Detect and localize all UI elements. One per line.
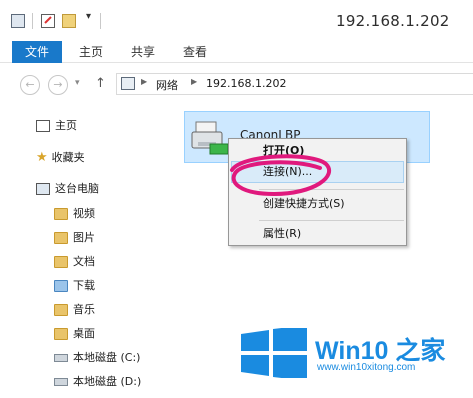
menu-separator: [259, 220, 404, 221]
new-folder-icon[interactable]: [62, 14, 76, 28]
folder-icon: [54, 304, 68, 316]
title-bar: ▾ 192.168.1.202: [0, 0, 473, 42]
folder-icon: [54, 328, 68, 340]
navigation-pane: 主页 ★ 收藏夹 这台电脑 视频 图片 文档 下载 音乐 桌面 本地磁盘 (C:)…: [0, 105, 178, 398]
breadcrumb-separator-icon[interactable]: ▶: [191, 77, 197, 86]
ribbon: 文件 主页 共享 查看: [0, 41, 473, 63]
sidebar-item-pictures[interactable]: 图片: [54, 227, 95, 249]
explorer-icon[interactable]: [11, 14, 25, 28]
sidebar-item-this-pc[interactable]: 这台电脑: [36, 178, 99, 200]
forward-button[interactable]: →: [48, 75, 68, 95]
network-icon: [121, 77, 135, 90]
sidebar-item-home[interactable]: 主页: [36, 115, 77, 137]
folder-icon: [54, 256, 68, 268]
back-button[interactable]: ←: [20, 75, 40, 95]
folder-icon: [54, 232, 68, 244]
sidebar-item-music[interactable]: 音乐: [54, 299, 95, 321]
window-title: 192.168.1.202: [336, 12, 450, 30]
recent-chevron-icon[interactable]: ▾: [75, 78, 80, 88]
divider: [32, 13, 33, 29]
sidebar-item-downloads[interactable]: 下载: [54, 275, 95, 297]
sidebar-item-drive-c[interactable]: 本地磁盘 (C:): [54, 347, 140, 369]
breadcrumb-separator-icon[interactable]: ▶: [141, 77, 147, 86]
drive-icon: [54, 354, 68, 362]
download-folder-icon: [54, 280, 68, 292]
tab-file[interactable]: 文件: [12, 41, 62, 63]
drive-icon: [54, 378, 68, 386]
home-icon: [36, 120, 50, 132]
watermark-url: www.win10xitong.com: [317, 362, 416, 373]
sidebar-item-videos[interactable]: 视频: [54, 203, 95, 225]
tab-home[interactable]: 主页: [79, 41, 103, 63]
star-icon: ★: [36, 150, 48, 165]
properties-icon[interactable]: [41, 14, 55, 28]
folder-icon: [54, 208, 68, 220]
computer-icon: [36, 183, 50, 195]
divider: [100, 13, 101, 29]
menu-item-properties[interactable]: 属性(R): [231, 223, 404, 245]
sidebar-item-favorites[interactable]: ★ 收藏夹: [36, 147, 85, 169]
sidebar-item-desktop[interactable]: 桌面: [54, 323, 95, 345]
windows-logo-icon: [241, 325, 307, 381]
sidebar-item-drive-d[interactable]: 本地磁盘 (D:): [54, 371, 141, 393]
up-arrow-icon[interactable]: ↑: [95, 76, 106, 91]
address-bar[interactable]: ▶ 网络 ▶ 192.168.1.202: [116, 73, 473, 95]
sidebar-item-documents[interactable]: 文档: [54, 251, 95, 273]
annotation-circle: [230, 154, 332, 197]
breadcrumb-host[interactable]: 192.168.1.202: [206, 77, 286, 90]
breadcrumb-network[interactable]: 网络: [156, 77, 178, 93]
tab-view[interactable]: 查看: [183, 41, 207, 63]
tab-share[interactable]: 共享: [131, 41, 155, 63]
chevron-down-icon[interactable]: ▾: [86, 11, 91, 22]
